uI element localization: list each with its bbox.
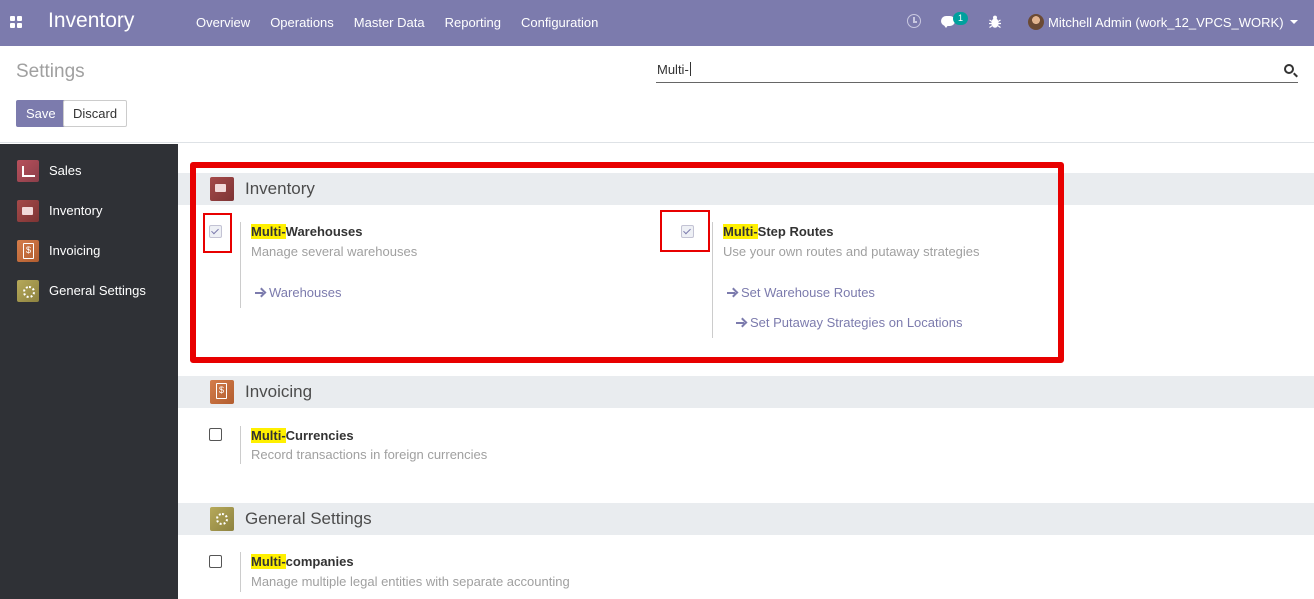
link-label: Set Warehouse Routes — [741, 285, 875, 300]
gear-icon — [17, 280, 39, 302]
sidebar-item-inventory[interactable]: Inventory — [0, 190, 178, 230]
section-header-inventory: Inventory — [178, 173, 1314, 205]
menu-reporting[interactable]: Reporting — [445, 15, 501, 30]
menu-operations[interactable]: Operations — [270, 15, 334, 30]
multi-warehouses-checkbox[interactable] — [209, 225, 222, 238]
invoicing-icon — [210, 380, 234, 404]
setting-divider — [240, 552, 241, 592]
setting-description: Manage several warehouses — [251, 244, 418, 259]
section-title: General Settings — [245, 509, 372, 528]
search-highlight: Multi- — [251, 224, 286, 239]
setting-title-text: Step Routes — [757, 224, 834, 239]
search-highlight: Multi- — [251, 554, 286, 569]
save-button[interactable]: Save — [16, 100, 66, 127]
sidebar-item-label: General Settings — [49, 283, 146, 298]
top-navbar: Inventory Overview Operations Master Dat… — [0, 0, 1314, 46]
settings-sidebar: Sales Inventory Invoicing General Settin… — [0, 144, 178, 599]
setting-title-multi-currencies: Multi-Currencies — [251, 428, 354, 443]
menu-overview[interactable]: Overview — [196, 15, 250, 30]
link-label: Warehouses — [269, 285, 342, 300]
sidebar-item-label: Invoicing — [49, 243, 101, 258]
link-label: Set Putaway Strategies on Locations — [750, 315, 963, 330]
gear-icon — [210, 507, 234, 531]
control-panel: Settings Save Discard Multi- — [0, 46, 1314, 143]
arrow-right-icon — [736, 318, 746, 328]
menu-master-data[interactable]: Master Data — [354, 15, 425, 30]
setting-title-text: Warehouses — [285, 224, 363, 239]
user-menu[interactable]: Mitchell Admin (work_12_VPCS_WORK) — [1048, 15, 1284, 30]
multi-currencies-checkbox[interactable] — [209, 428, 222, 441]
main-menu: Overview Operations Master Data Reportin… — [186, 15, 608, 30]
apps-icon[interactable] — [10, 16, 23, 29]
section-title: Invoicing — [245, 382, 313, 401]
setting-title-text: companies — [285, 554, 354, 569]
sidebar-item-label: Sales — [49, 163, 82, 178]
search-value[interactable]: Multi- — [657, 62, 691, 77]
multi-companies-checkbox[interactable] — [209, 555, 222, 568]
sidebar-item-label: Inventory — [49, 203, 103, 218]
sidebar-item-general-settings[interactable]: General Settings — [0, 270, 178, 310]
setting-title-text: Currencies — [285, 428, 354, 443]
discard-button[interactable]: Discard — [63, 100, 128, 127]
bug-icon[interactable] — [989, 15, 1001, 29]
message-count-badge: 1 — [953, 12, 968, 25]
set-warehouse-routes-link[interactable]: Set Warehouse Routes — [727, 285, 875, 300]
page-title: Settings — [16, 61, 85, 82]
inventory-icon — [17, 200, 39, 222]
search-highlight: Multi- — [723, 224, 758, 239]
setting-title-multi-warehouses: Multi-Warehouses — [251, 224, 362, 239]
menu-configuration[interactable]: Configuration — [521, 15, 598, 30]
clock-icon[interactable] — [907, 14, 921, 28]
arrow-right-icon — [255, 288, 265, 298]
arrow-right-icon — [727, 288, 737, 298]
inventory-icon — [210, 177, 234, 201]
setting-description: Use your own routes and putaway strategi… — [723, 244, 980, 259]
sales-icon — [17, 160, 39, 182]
search-icon[interactable] — [1284, 64, 1294, 74]
section-title: Inventory — [245, 179, 315, 198]
setting-description: Record transactions in foreign currencie… — [251, 447, 488, 462]
setting-title-multi-companies: Multi-companies — [251, 554, 354, 569]
setting-title-multi-step-routes: Multi-Step Routes — [723, 224, 834, 239]
avatar[interactable] — [1028, 14, 1044, 30]
setting-description: Manage multiple legal entities with sepa… — [251, 574, 570, 589]
sidebar-item-sales[interactable]: Sales — [0, 150, 178, 190]
set-putaway-strategies-link[interactable]: Set Putaway Strategies on Locations — [736, 315, 962, 330]
section-header-general-settings: General Settings — [178, 503, 1314, 535]
setting-divider — [712, 222, 713, 338]
app-brand[interactable]: Inventory — [48, 9, 134, 33]
sidebar-item-invoicing[interactable]: Invoicing — [0, 230, 178, 270]
multi-step-routes-checkbox[interactable] — [681, 225, 694, 238]
chevron-down-icon[interactable] — [1290, 20, 1298, 24]
search-highlight: Multi- — [251, 428, 286, 443]
search-input[interactable]: Multi- — [656, 59, 1298, 83]
setting-divider — [240, 222, 241, 308]
setting-divider — [240, 426, 241, 464]
warehouses-link[interactable]: Warehouses — [255, 285, 342, 300]
section-header-invoicing: Invoicing — [178, 376, 1314, 408]
invoicing-icon — [17, 240, 39, 262]
